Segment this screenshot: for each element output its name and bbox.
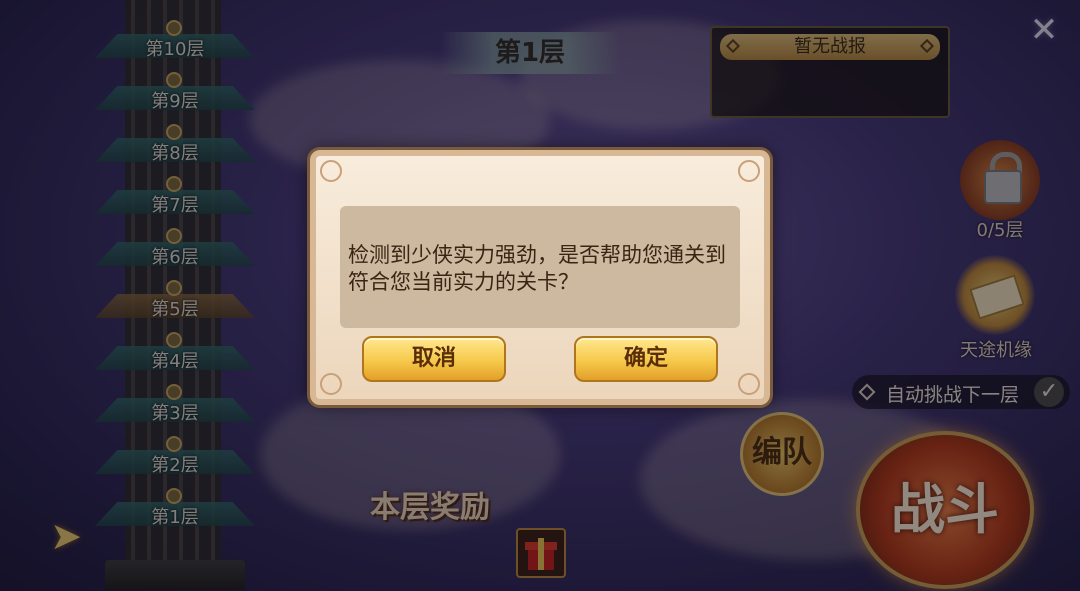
dialog-message-box: 检测到少侠实力强劲，是否帮助您通关到 符合您当前实力的关卡？: [340, 206, 740, 328]
confirm-button[interactable]: 确定: [574, 336, 718, 382]
corner-ornament-icon: [320, 373, 342, 395]
game-scene: 第10层 第9层 第8层 第7层 第6层 第5层 第4层 第3层 第2层 第1层…: [0, 0, 1080, 591]
corner-ornament-icon: [738, 160, 760, 182]
confirm-dialog: 检测到少侠实力强劲，是否帮助您通关到 符合您当前实力的关卡？ 取消 确定: [310, 150, 770, 405]
dialog-message: 检测到少侠实力强劲，是否帮助您通关到 符合您当前实力的关卡？: [348, 243, 726, 294]
corner-ornament-icon: [320, 160, 342, 182]
cancel-button[interactable]: 取消: [362, 336, 506, 382]
corner-ornament-icon: [738, 373, 760, 395]
